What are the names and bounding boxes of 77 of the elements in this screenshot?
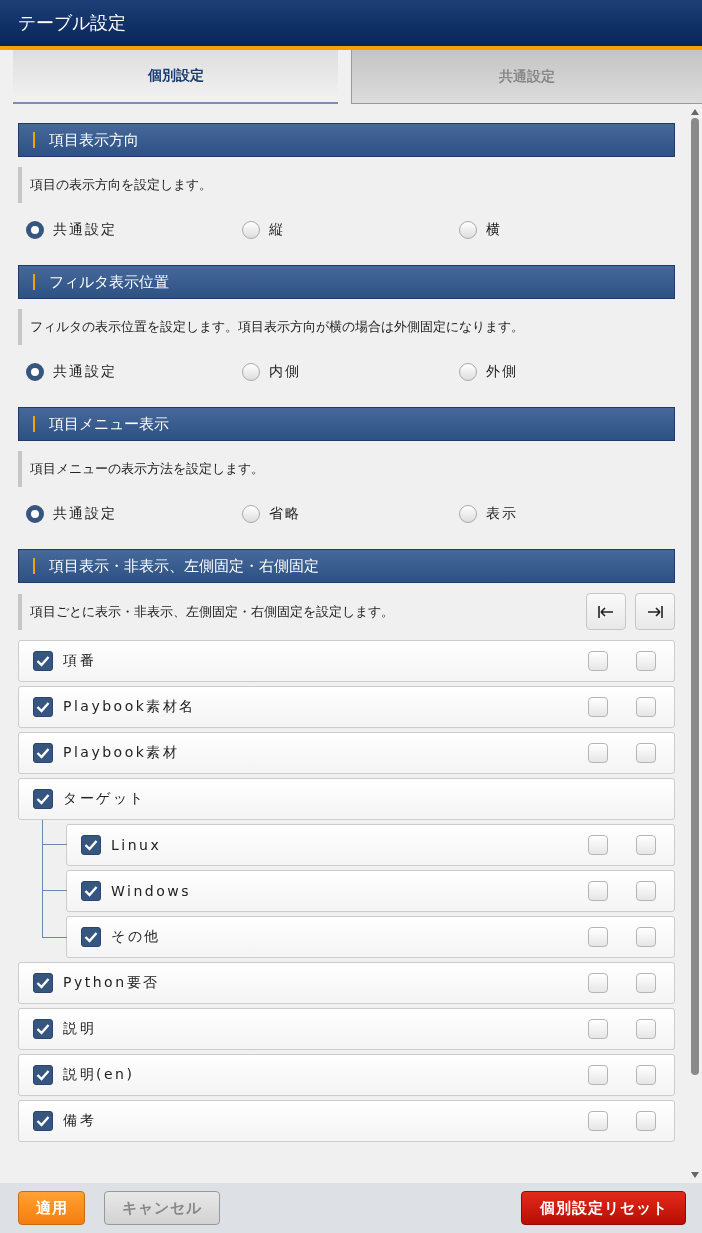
column-label: 項番 <box>63 652 97 670</box>
checkbox[interactable] <box>81 927 101 947</box>
column-label: ターゲット <box>63 790 147 808</box>
radio-button[interactable] <box>458 505 477 523</box>
radio-label[interactable]: 横 <box>485 221 502 239</box>
section-title: 項目メニュー表示 <box>49 414 169 434</box>
checkbox[interactable] <box>33 743 53 763</box>
radio-label[interactable]: 共通設定 <box>53 505 117 523</box>
right-fix-checkbox[interactable] <box>636 1019 656 1039</box>
left-fix-checkbox[interactable] <box>588 743 608 763</box>
radio-label[interactable]: 省略 <box>269 505 302 523</box>
tab[interactable]: 個別設定 <box>13 50 338 104</box>
column-label: その他 <box>111 928 162 946</box>
radio-button[interactable] <box>458 363 477 381</box>
checkbox[interactable] <box>81 881 101 901</box>
radio-label[interactable]: 表示 <box>485 505 518 523</box>
column-label: 備考 <box>63 1112 97 1130</box>
right-fix-checkbox[interactable] <box>636 1065 656 1085</box>
column-label: Playbook素材名 <box>63 698 197 716</box>
radio-label[interactable]: 縦 <box>269 221 286 239</box>
radio-label[interactable]: 外側 <box>485 363 518 381</box>
scroll-down-arrow-icon[interactable] <box>690 1171 700 1179</box>
left-fix-checkbox[interactable] <box>588 927 608 947</box>
checkbox[interactable] <box>33 1065 53 1085</box>
checkbox[interactable] <box>33 651 53 671</box>
description-text: フィルタの表示位置を設定します。項目表示方向が横の場合は外側固定になります。 <box>18 309 675 345</box>
column-label: Linux <box>111 837 163 853</box>
checkbox[interactable] <box>33 1111 53 1131</box>
column-label: Python要否 <box>63 974 161 992</box>
checkbox[interactable] <box>33 697 53 717</box>
column-label: 説明 <box>63 1020 97 1038</box>
left-fix-checkbox[interactable] <box>588 1111 608 1131</box>
section-title: フィルタ表示位置 <box>49 272 169 292</box>
description-text: 項目の表示方向を設定します。 <box>18 167 675 203</box>
reset-button[interactable]: 個別設定リセット <box>521 1191 686 1225</box>
left-fix-checkbox[interactable] <box>588 1019 608 1039</box>
column-label: Windows <box>111 883 192 899</box>
description-text: 項目ごとに表示・非表示、左側固定・右側固定を設定します。 <box>18 593 577 630</box>
column-label: Playbook素材 <box>63 744 181 762</box>
right-fix-checkbox[interactable] <box>636 927 656 947</box>
right-fix-checkbox[interactable] <box>636 835 656 855</box>
radio-label[interactable]: 共通設定 <box>53 363 117 381</box>
radio-label[interactable]: 内側 <box>269 363 302 381</box>
left-fix-checkbox[interactable] <box>588 697 608 717</box>
checkbox[interactable] <box>81 835 101 855</box>
section-title: 項目表示・非表示、左側固定・右側固定 <box>49 556 319 576</box>
left-fix-checkbox[interactable] <box>588 835 608 855</box>
right-fix-checkbox[interactable] <box>636 881 656 901</box>
pin-right-button[interactable] <box>635 593 675 630</box>
left-fix-checkbox[interactable] <box>588 881 608 901</box>
checkbox[interactable] <box>33 1019 53 1039</box>
radio-label[interactable]: 共通設定 <box>53 221 117 239</box>
bar-left-arrow-icon <box>597 604 615 619</box>
right-arrow-bar-icon <box>646 604 664 619</box>
radio-button[interactable] <box>458 221 477 239</box>
pin-left-button[interactable] <box>586 593 626 630</box>
radio-button[interactable] <box>26 363 44 381</box>
right-fix-checkbox[interactable] <box>636 743 656 763</box>
radio-button[interactable] <box>26 221 44 239</box>
right-fix-checkbox[interactable] <box>636 973 656 993</box>
left-fix-checkbox[interactable] <box>588 651 608 671</box>
radio-button[interactable] <box>26 505 44 523</box>
right-fix-checkbox[interactable] <box>636 651 656 671</box>
right-fix-checkbox[interactable] <box>636 697 656 717</box>
radio-button[interactable] <box>242 363 261 381</box>
section-title: 項目表示方向 <box>49 130 139 150</box>
left-fix-checkbox[interactable] <box>588 973 608 993</box>
window-title: テーブル設定 <box>18 11 126 35</box>
checkbox[interactable] <box>33 789 53 809</box>
column-label: 説明(en) <box>63 1066 136 1084</box>
checkbox[interactable] <box>33 973 53 993</box>
scroll-up-arrow-icon[interactable] <box>690 108 700 116</box>
radio-button[interactable] <box>242 505 261 523</box>
left-fix-checkbox[interactable] <box>588 1065 608 1085</box>
radio-button[interactable] <box>242 221 261 239</box>
right-fix-checkbox[interactable] <box>636 1111 656 1131</box>
description-text: 項目メニューの表示方法を設定します。 <box>18 451 675 487</box>
